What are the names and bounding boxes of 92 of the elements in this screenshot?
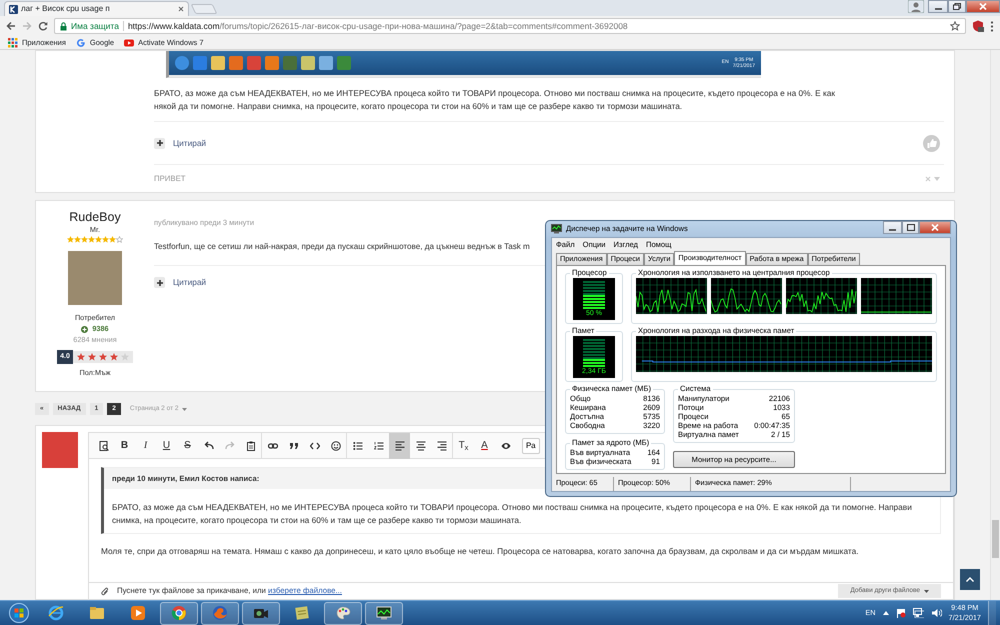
apps-grid-icon xyxy=(8,38,18,48)
globe-icon xyxy=(48,605,64,621)
video-play-icon xyxy=(124,38,134,48)
code-icon xyxy=(310,440,320,450)
taskbar-button[interactable] xyxy=(242,602,280,624)
caret-icon xyxy=(924,590,929,592)
cpu-history-graph xyxy=(861,278,932,314)
lock-icon xyxy=(60,22,67,30)
numbered-list-icon xyxy=(374,440,384,450)
back-icon[interactable] xyxy=(6,21,16,31)
windows-logo-icon xyxy=(9,603,29,623)
site-logo-icon xyxy=(9,4,18,14)
cpu-history-graph xyxy=(786,278,857,314)
plus-circle-icon xyxy=(81,326,88,333)
toolbar-button[interactable]: A xyxy=(474,432,495,458)
toolbar-button[interactable]: T$_{x}$ xyxy=(453,432,474,458)
restore-icon xyxy=(953,3,961,10)
restore-button[interactable] xyxy=(948,0,966,13)
preview-icon xyxy=(98,440,108,450)
plus-icon xyxy=(156,140,162,146)
minimize-button[interactable] xyxy=(883,221,902,234)
notepad-icon xyxy=(294,605,310,621)
bulleted-list-icon xyxy=(352,440,362,450)
close-icon[interactable] xyxy=(178,6,184,12)
speaker-icon[interactable] xyxy=(930,608,942,618)
show-desktop-button[interactable] xyxy=(988,600,996,625)
paint-palette-icon xyxy=(335,605,351,621)
maximize-button[interactable] xyxy=(902,221,919,234)
monitor-icon xyxy=(376,605,392,621)
url-text: https://www.kaldata.com/forums/topic/262615-лаг-висок-cpu-usage-при-нова-машина/?page=2&tab=comments#comment-3692008 xyxy=(128,20,628,32)
author-name[interactable]: RudeBoy xyxy=(69,210,121,225)
taskbar-button[interactable] xyxy=(160,602,198,624)
circle-logo-icon xyxy=(171,605,187,621)
play-icon xyxy=(130,605,146,621)
shield-extension-icon[interactable] xyxy=(972,20,984,32)
back-to-top-button[interactable] xyxy=(960,569,980,590)
toolbar-button[interactable]: B xyxy=(114,432,135,458)
star-icon[interactable] xyxy=(950,21,960,31)
thumbs-up-icon[interactable] xyxy=(923,134,940,152)
taskbar-button[interactable] xyxy=(324,602,362,624)
align-center-icon xyxy=(416,440,426,450)
chevron-up-icon[interactable] xyxy=(882,611,889,615)
address-bar[interactable]: Има защита https://www.kaldata.com/forums/topic/262615-лаг-висок-cpu-usage-при-нова-машина/?page=2&tab=comments#comment-3692008 xyxy=(54,18,966,34)
profile-icon[interactable] xyxy=(908,0,924,13)
plus-button[interactable] xyxy=(154,277,165,288)
close-button[interactable] xyxy=(919,221,951,234)
link-icon xyxy=(268,440,278,450)
quote-text: БРАТО, аз може да съм НЕАДЕКВАТЕН, но ме ИНТЕРЕСУВА процеса който ти ТОВАРИ процесора. Отново ми постваш снимка на процесите, където процесора е на 0%. Е как някой да ти помогне. Направи снимка, на процесите, когато процесора ти стои на 60% и там ще се разбере какво ти тормози машината. xyxy=(111,501,913,528)
scrollbar-thumb[interactable] xyxy=(992,520,999,558)
align-left-icon xyxy=(394,440,404,450)
undo-icon xyxy=(204,440,214,450)
close-button[interactable] xyxy=(966,0,1000,13)
plus-button[interactable] xyxy=(154,138,165,148)
toolbar-button[interactable] xyxy=(389,432,410,458)
align-right-icon xyxy=(436,440,446,450)
security-label: Има защита xyxy=(71,20,119,32)
plus-icon xyxy=(156,280,162,286)
quote-icon xyxy=(288,440,298,450)
avatar-photo-placeholder xyxy=(68,250,122,305)
taskbar-button[interactable] xyxy=(365,602,403,624)
font-format-button[interactable]: Ра xyxy=(522,438,540,454)
folder-icon xyxy=(89,605,105,621)
flag-icon[interactable] xyxy=(896,608,906,618)
paperclip-icon xyxy=(101,586,109,596)
eye-icon xyxy=(500,440,510,450)
fox-globe-icon xyxy=(212,605,228,621)
chevron-up-icon xyxy=(966,577,974,582)
quote-link[interactable]: Цитирай xyxy=(173,276,206,289)
menu-icon[interactable] xyxy=(990,20,994,32)
minimize-button[interactable] xyxy=(928,0,948,13)
post-text: Testforfun, ще се сетиш ли най-накрая, преди да пускаш скрийншотове, да цъкнеш веднъж в Task m xyxy=(154,241,530,254)
toolbar-button[interactable]: I xyxy=(135,432,156,458)
close-icon xyxy=(931,224,939,231)
cpu-history-graph xyxy=(711,278,782,314)
redo-icon xyxy=(224,440,234,450)
quote-link[interactable]: Цитирай xyxy=(173,136,206,150)
avatar-placeholder xyxy=(42,432,78,468)
reload-icon[interactable] xyxy=(38,21,48,31)
network-icon[interactable] xyxy=(912,608,924,618)
toolbar-button[interactable]: S xyxy=(177,432,198,458)
maximize-icon xyxy=(906,224,914,231)
browser-tab[interactable]: лаг + Висок cpu usage п xyxy=(4,1,189,16)
google-logo-icon xyxy=(76,38,86,48)
reply-text: Моля те, спри да отговаряш на темата. Нямаш с какво да допринесеш, и като цяло въобще не четеш. Процесора се натоварва, когато започна да браузвам, да скролвам и да си мърдам мишката. xyxy=(100,545,860,558)
monitor-icon xyxy=(551,224,562,234)
cpu-history-graph xyxy=(636,278,707,314)
caret-icon xyxy=(182,408,188,410)
clipboard-icon xyxy=(246,440,256,450)
close-icon xyxy=(979,3,987,10)
smiley-icon xyxy=(330,440,340,450)
post-text: БРАТО, аз може да съм НЕАДЕКВАТЕН, но ме ИНТЕРЕСУВА процеса който ти ТОВАРИ процесора. Отново ми постваш снимка на процесите, където процесора е на 0%. Е как някой да ти помогне. Направи снимка, на процесите, когато процесора ти стои на 60% и там ще се разбере какво ти тормози машината. xyxy=(153,87,836,113)
toolbar-button[interactable]: U xyxy=(156,432,177,458)
